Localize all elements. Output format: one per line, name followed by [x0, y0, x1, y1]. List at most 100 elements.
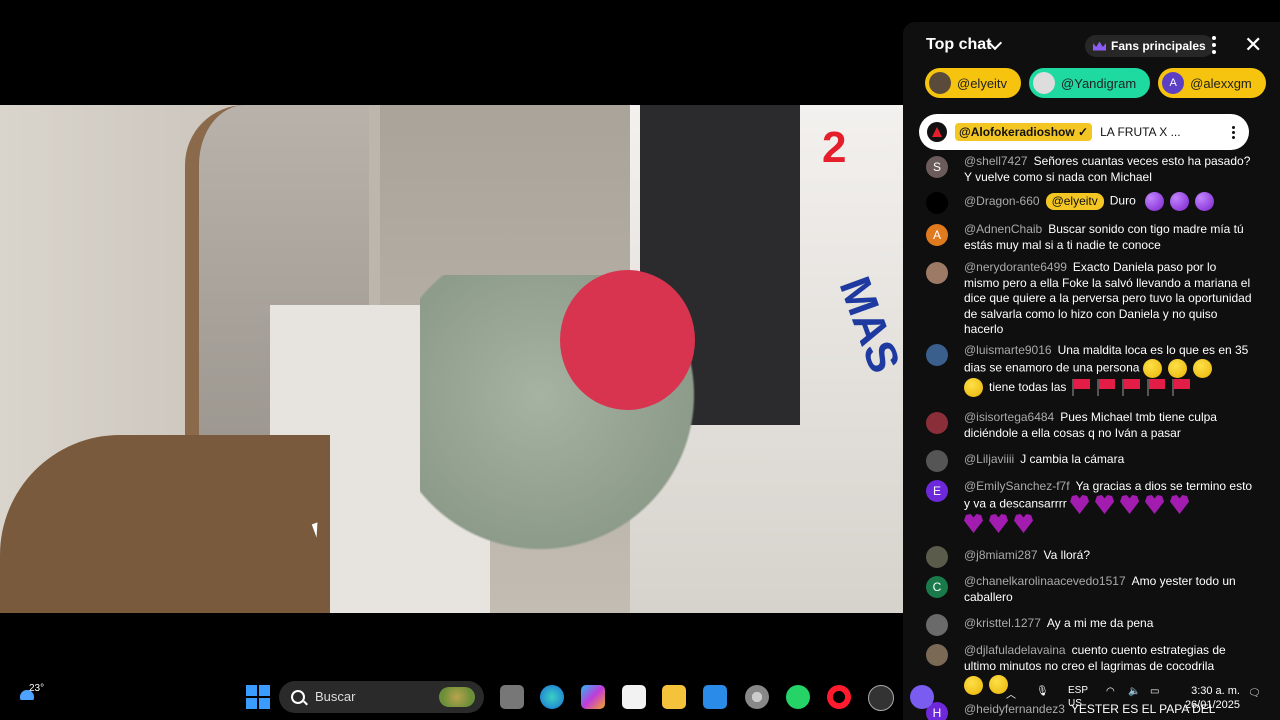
chat-message-text: @luismarte9016 Una maldita loca es lo que…	[964, 342, 1254, 397]
red-flag-icon	[1122, 379, 1141, 396]
purple-heart-icon	[989, 514, 1008, 533]
crown-icon	[1093, 41, 1106, 51]
red-flag-icon	[1097, 379, 1116, 396]
search-placeholder: Buscar	[315, 689, 356, 704]
chat-author[interactable]: @nerydorante6499	[964, 260, 1067, 274]
task-view-icon[interactable]	[500, 685, 524, 709]
chat-message-text: @isisortega6484 Pues Michael tmb tiene cu…	[964, 410, 1217, 440]
purple-heart-icon	[1070, 495, 1090, 514]
file-explorer-icon[interactable]	[662, 685, 686, 709]
chat-message-text: @EmilySanchez-f7f Ya gracias a dios se te…	[964, 478, 1254, 533]
avatar[interactable]	[926, 644, 948, 666]
chat-author[interactable]: @AdnenChaib	[964, 222, 1042, 236]
member-badge: @elyeitv	[1045, 192, 1104, 211]
avatar[interactable]	[926, 262, 948, 284]
rofl-emoji-icon	[1142, 359, 1162, 378]
settings-gear-icon[interactable]	[745, 685, 769, 709]
grinning-emoji-icon	[964, 676, 983, 695]
avatar[interactable]	[926, 412, 948, 434]
red-flag-icon	[1172, 379, 1191, 396]
avatar[interactable]: A	[926, 224, 948, 246]
chat-author[interactable]: @heidyfernandez3	[964, 702, 1065, 716]
supporter-pill[interactable]: @elyeitv	[925, 68, 1022, 98]
battery-icon[interactable]: ▭	[1150, 686, 1159, 697]
volume-icon[interactable]: 🔈	[1128, 686, 1140, 697]
chat-author[interactable]: @shell7427	[964, 154, 1028, 168]
avatar[interactable]	[926, 344, 948, 366]
chat-author[interactable]: @Liljaviiii	[964, 452, 1014, 466]
chat-message-text: @Liljaviiii J cambia la cámara	[964, 452, 1125, 466]
chat-message-text: @j8miami287 Va llorá?	[964, 548, 1091, 562]
close-icon[interactable]: ✕	[1244, 34, 1262, 56]
top-fans-label: Fans principales	[1111, 39, 1206, 53]
chat-message-text: @kristtel.1277 Ay a mi me da pena	[964, 616, 1154, 630]
pinned-author[interactable]: @Alofokeradioshow ✓	[955, 123, 1093, 141]
chat-author[interactable]: @chanelkarolinaacevedo1517	[964, 574, 1126, 588]
weather-temperature[interactable]: 23°	[29, 683, 44, 694]
video-player[interactable]: 2 MAS	[0, 105, 903, 613]
laughing-emoji-icon	[964, 378, 983, 397]
edge-browser-icon[interactable]	[540, 685, 564, 709]
purple-heart-icon	[1170, 495, 1190, 514]
purple-heart-icon	[1095, 495, 1115, 514]
chat-author[interactable]: @isisortega6484	[964, 410, 1054, 424]
pinned-text: LA FRUTA X ...	[1100, 125, 1181, 139]
avatar	[927, 122, 947, 142]
live-chat-panel: Top chat Fans principales ✕ @elyeitv @Ya…	[903, 22, 1280, 720]
supporter-pills: @elyeitv @Yandigram A @alexxgm	[925, 68, 1280, 100]
chat-author[interactable]: @EmilySanchez-f7f	[964, 479, 1070, 493]
app-circle-icon[interactable]	[868, 685, 894, 711]
chat-message-text: @chanelkarolinaacevedo1517 Amo yester tod…	[964, 574, 1236, 604]
show-hidden-icons[interactable]: ︿	[1006, 686, 1016, 701]
more-options-icon[interactable]	[1212, 36, 1216, 54]
supporter-pill[interactable]: @Yandigram	[1029, 68, 1151, 98]
app-blue-icon[interactable]	[703, 685, 727, 709]
supporter-name: @Yandigram	[1061, 75, 1137, 91]
red-flag-icon	[1147, 379, 1166, 396]
messenger-icon[interactable]	[910, 685, 934, 709]
supporter-name: @elyeitv	[957, 75, 1008, 91]
avatar[interactable]	[926, 450, 948, 472]
video-red-number: 2	[822, 123, 847, 172]
chat-author[interactable]: @kristtel.1277	[964, 616, 1041, 630]
chat-message-text: @AdnenChaib Buscar sonido con tigo madre …	[964, 222, 1244, 252]
taskbar-clock[interactable]: 3:30 a. m. 26/01/2025	[1182, 684, 1240, 712]
microphone-icon[interactable]: 🎙	[1036, 686, 1049, 697]
laughing-emoji-icon	[1167, 359, 1187, 378]
supporter-pill[interactable]: A @alexxgm	[1158, 68, 1266, 98]
chat-author[interactable]: @djlafuladelavaina	[964, 643, 1066, 657]
purple-heart-icon	[1145, 495, 1165, 514]
rofl-emoji-icon	[1192, 359, 1212, 378]
whatsapp-icon[interactable]	[786, 685, 810, 709]
avatar[interactable]	[926, 192, 948, 214]
chat-message-text: @nerydorante6499 Exacto Daniela paso por …	[964, 260, 1252, 336]
search-highlight-icon	[439, 687, 475, 707]
avatar[interactable]	[926, 546, 948, 568]
chat-mode-title[interactable]: Top chat	[926, 36, 991, 54]
purple-heart-icon	[964, 514, 983, 533]
taskbar-search-box[interactable]: Buscar	[279, 681, 484, 713]
opera-browser-icon[interactable]	[827, 685, 851, 709]
windows-start-button[interactable]	[246, 685, 270, 709]
chat-author[interactable]: @Dragon-660	[964, 194, 1040, 208]
grapes-emoji-icon	[1170, 192, 1190, 211]
chat-author[interactable]: @luismarte9016	[964, 343, 1052, 357]
search-icon	[291, 690, 305, 704]
chat-message-text: @Dragon-660 @elyeitv Duro	[964, 192, 1254, 211]
avatar[interactable]: S	[926, 156, 948, 178]
chat-header: Top chat Fans principales ✕	[903, 22, 1280, 68]
avatar[interactable]: E	[926, 480, 948, 502]
notification-bell-icon[interactable]: 🗨	[1248, 688, 1261, 699]
pinned-message[interactable]: @Alofokeradioshow ✓ LA FRUTA X ...	[919, 114, 1249, 150]
copilot-icon[interactable]	[581, 685, 605, 709]
avatar[interactable]: C	[926, 576, 948, 598]
more-options-icon[interactable]	[1232, 125, 1235, 139]
microsoft-store-icon[interactable]	[622, 685, 646, 709]
chat-author[interactable]: @j8miami287	[964, 548, 1038, 562]
avatar	[1033, 72, 1056, 94]
avatar[interactable]	[926, 614, 948, 636]
purple-heart-icon	[1014, 514, 1033, 533]
language-indicator[interactable]: ESP US	[1068, 684, 1088, 710]
top-fans-button[interactable]: Fans principales	[1085, 35, 1214, 57]
wifi-icon[interactable]: ◠	[1106, 686, 1115, 697]
